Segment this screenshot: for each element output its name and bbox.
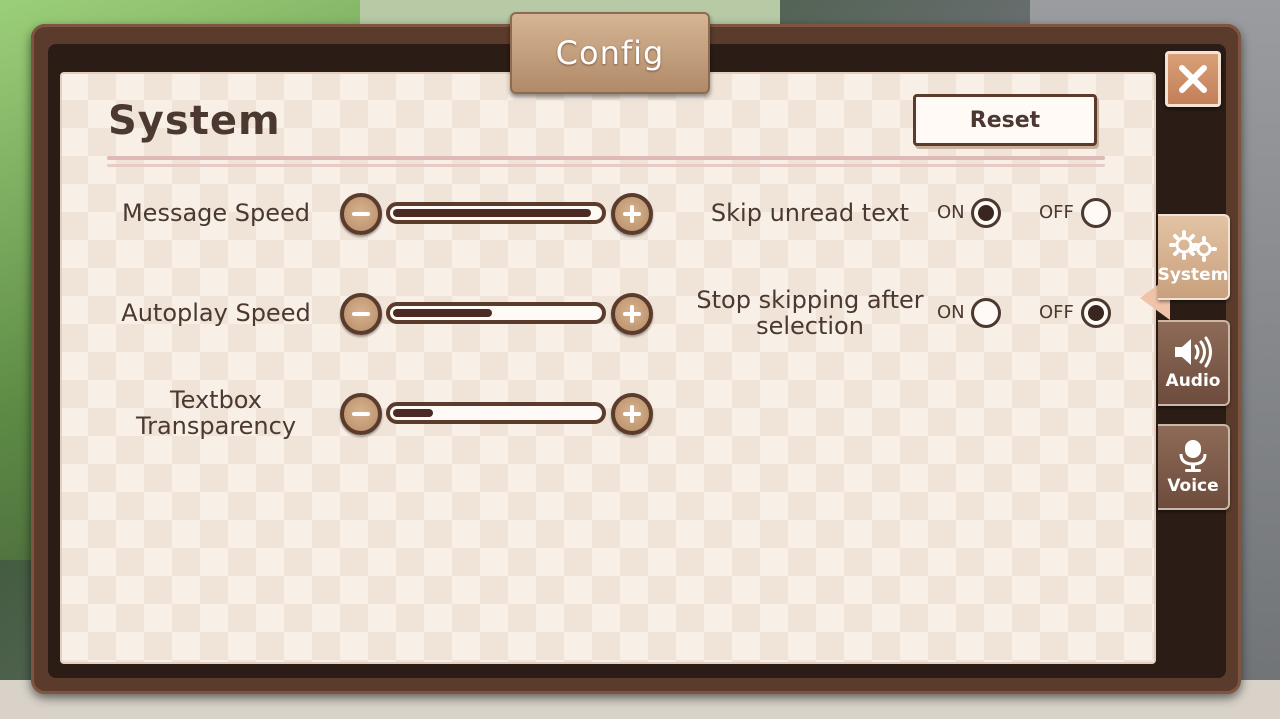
textbox-transparency-slider[interactable]: [386, 402, 606, 424]
tab-system-label: System: [1157, 265, 1229, 285]
stop-skipping-off-label: OFF: [1039, 302, 1074, 323]
microphone-icon: [1179, 440, 1207, 472]
section-title: System: [108, 98, 281, 144]
stop-skipping-off-radio[interactable]: [1081, 298, 1111, 328]
skip-unread-on-label: ON: [937, 202, 965, 223]
skip-unread-off-label: OFF: [1039, 202, 1074, 223]
skip-unread-off-radio[interactable]: [1081, 198, 1111, 228]
close-icon: [1179, 65, 1207, 93]
tab-system[interactable]: System: [1158, 214, 1230, 300]
textbox-transparency-decrease-button[interactable]: [340, 393, 382, 435]
slider-fill: [393, 209, 591, 217]
message-speed-decrease-button[interactable]: [340, 193, 382, 235]
message-speed-increase-button[interactable]: [611, 193, 653, 235]
minus-icon: [352, 312, 370, 316]
tab-voice-label: Voice: [1167, 476, 1219, 496]
tab-audio-label: Audio: [1165, 371, 1221, 391]
reset-button-label: Reset: [969, 107, 1041, 133]
slider-fill: [393, 309, 492, 317]
header-divider-secondary: [107, 164, 1105, 167]
autoplay-speed-decrease-button[interactable]: [340, 293, 382, 335]
skip-unread-on-radio[interactable]: [971, 198, 1001, 228]
header-divider: [107, 156, 1105, 160]
speaker-icon: [1175, 336, 1212, 368]
message-speed-slider[interactable]: [386, 202, 606, 224]
stop-skipping-on-label: ON: [937, 302, 965, 323]
settings-panel: [60, 72, 1156, 664]
textbox-transparency-label: Textbox Transparency: [135, 386, 297, 440]
reset-button[interactable]: Reset: [913, 94, 1097, 146]
close-button[interactable]: [1165, 51, 1221, 107]
minus-icon: [352, 212, 370, 216]
slider-fill: [393, 409, 433, 417]
skip-unread-label: Skip unread text: [710, 199, 910, 227]
dialog-title: Config: [555, 34, 665, 72]
autoplay-speed-slider[interactable]: [386, 302, 606, 324]
autoplay-speed-label: Autoplay Speed: [121, 299, 311, 327]
stop-skipping-on-radio[interactable]: [971, 298, 1001, 328]
tab-voice[interactable]: Voice: [1158, 424, 1230, 510]
tab-audio[interactable]: Audio: [1158, 320, 1230, 406]
config-title-tab: Config: [510, 12, 710, 94]
textbox-transparency-increase-button[interactable]: [611, 393, 653, 435]
message-speed-label: Message Speed: [121, 199, 311, 227]
gears-icon: [1169, 230, 1217, 262]
minus-icon: [352, 412, 370, 416]
radio-dot: [978, 205, 994, 221]
stop-skipping-label: Stop skipping after selection: [696, 286, 924, 340]
autoplay-speed-increase-button[interactable]: [611, 293, 653, 335]
radio-dot: [1088, 305, 1104, 321]
